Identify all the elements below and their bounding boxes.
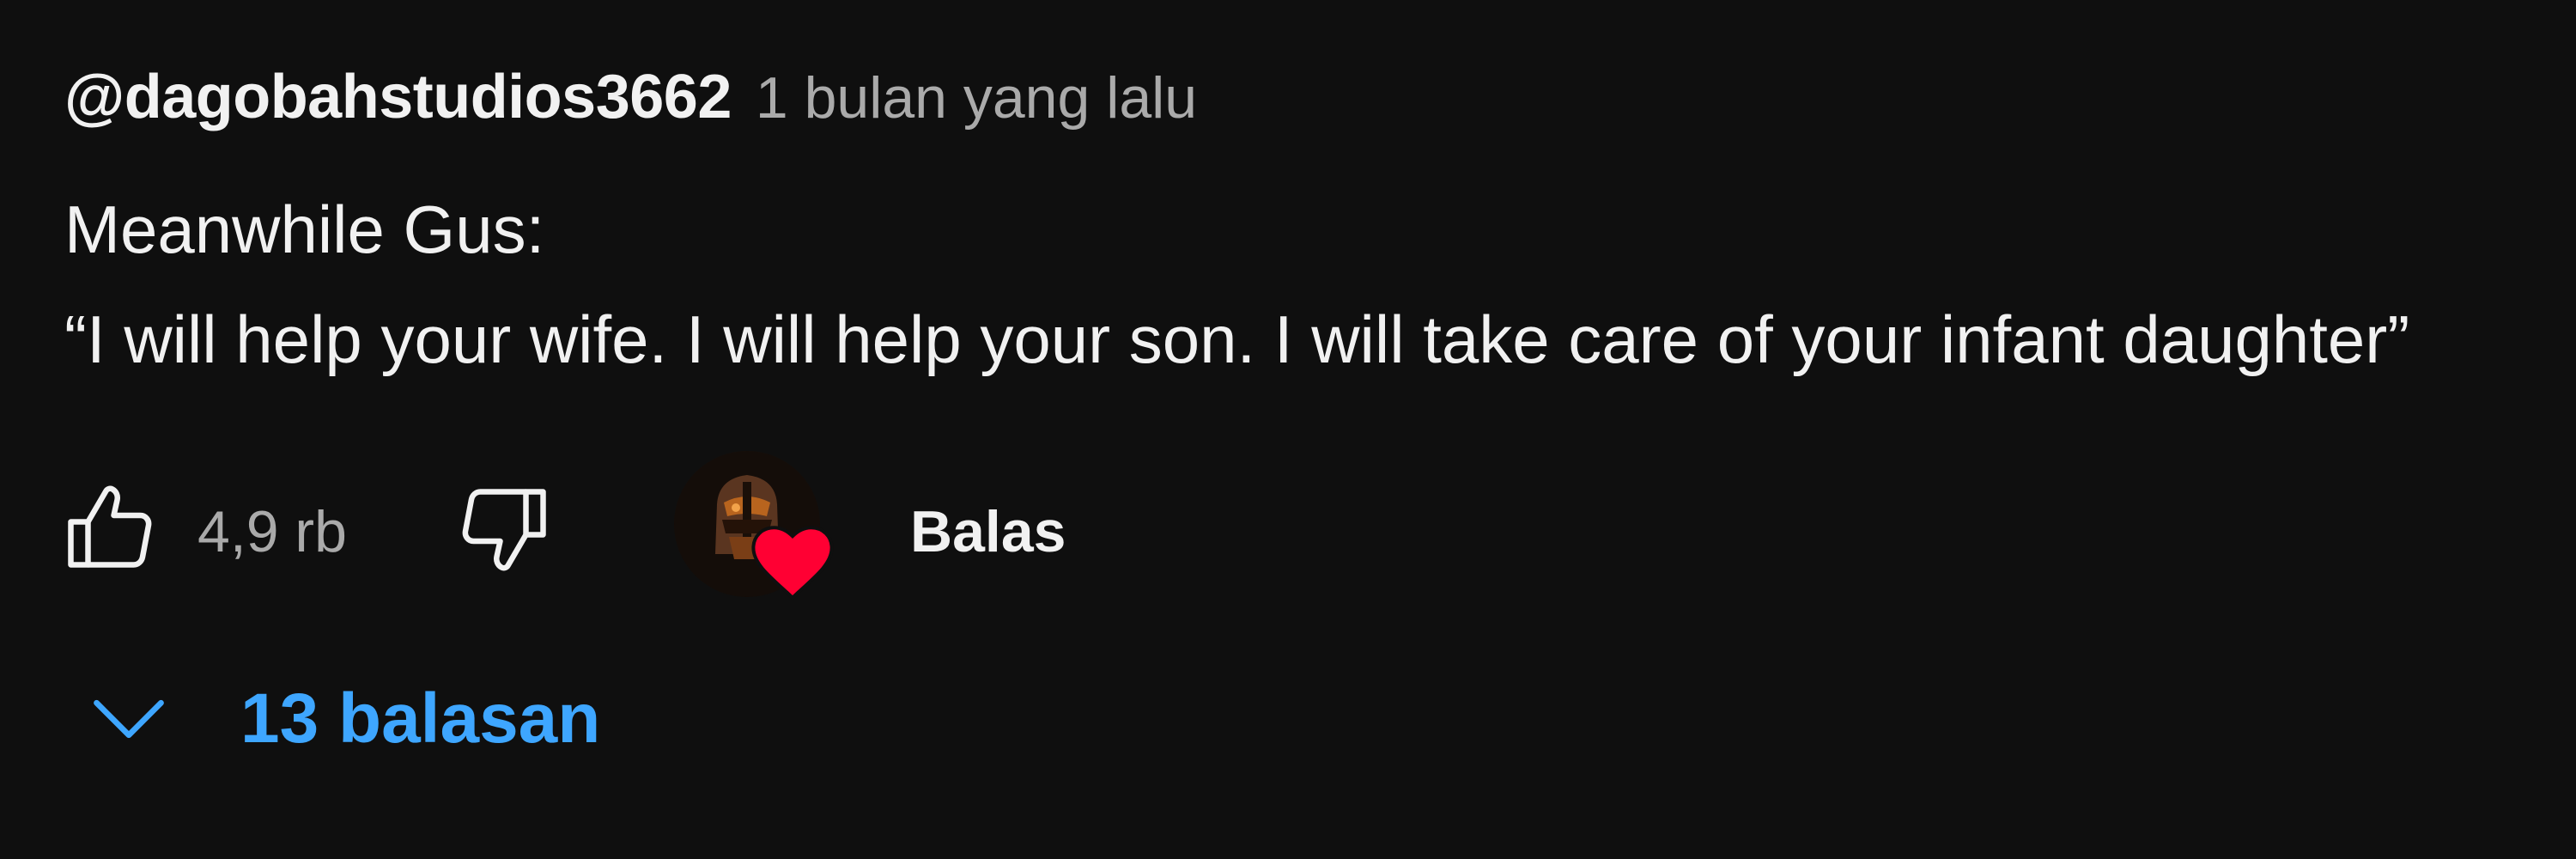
comment-action-bar: 4,9 rb Balas xyxy=(52,451,1254,606)
comment-author[interactable]: @dagobahstudios3662 xyxy=(64,62,732,132)
heart-icon xyxy=(751,526,834,600)
like-button[interactable] xyxy=(52,477,172,580)
comment-text-line-1: Meanwhile Gus: xyxy=(64,192,545,267)
dislike-button[interactable] xyxy=(442,477,562,580)
view-replies-button[interactable]: 13 balasan xyxy=(86,679,600,759)
replies-count-label: 13 balasan xyxy=(240,679,601,758)
chevron-down-icon xyxy=(86,685,172,753)
comment-header: @dagobahstudios3662 1 bulan yang lalu xyxy=(64,62,1197,132)
comment-thread: @dagobahstudios3662 1 bulan yang lalu Me… xyxy=(0,0,2576,859)
reply-button[interactable]: Balas xyxy=(910,498,1066,565)
thumbs-up-icon xyxy=(68,485,152,568)
thumbs-down-icon xyxy=(462,489,546,571)
comment-timestamp[interactable]: 1 bulan yang lalu xyxy=(756,64,1197,131)
creator-heart-badge xyxy=(623,451,834,606)
comment-text-line-2: “I will help your wife. I will help your… xyxy=(64,302,2410,377)
like-count: 4,9 rb xyxy=(197,499,347,564)
